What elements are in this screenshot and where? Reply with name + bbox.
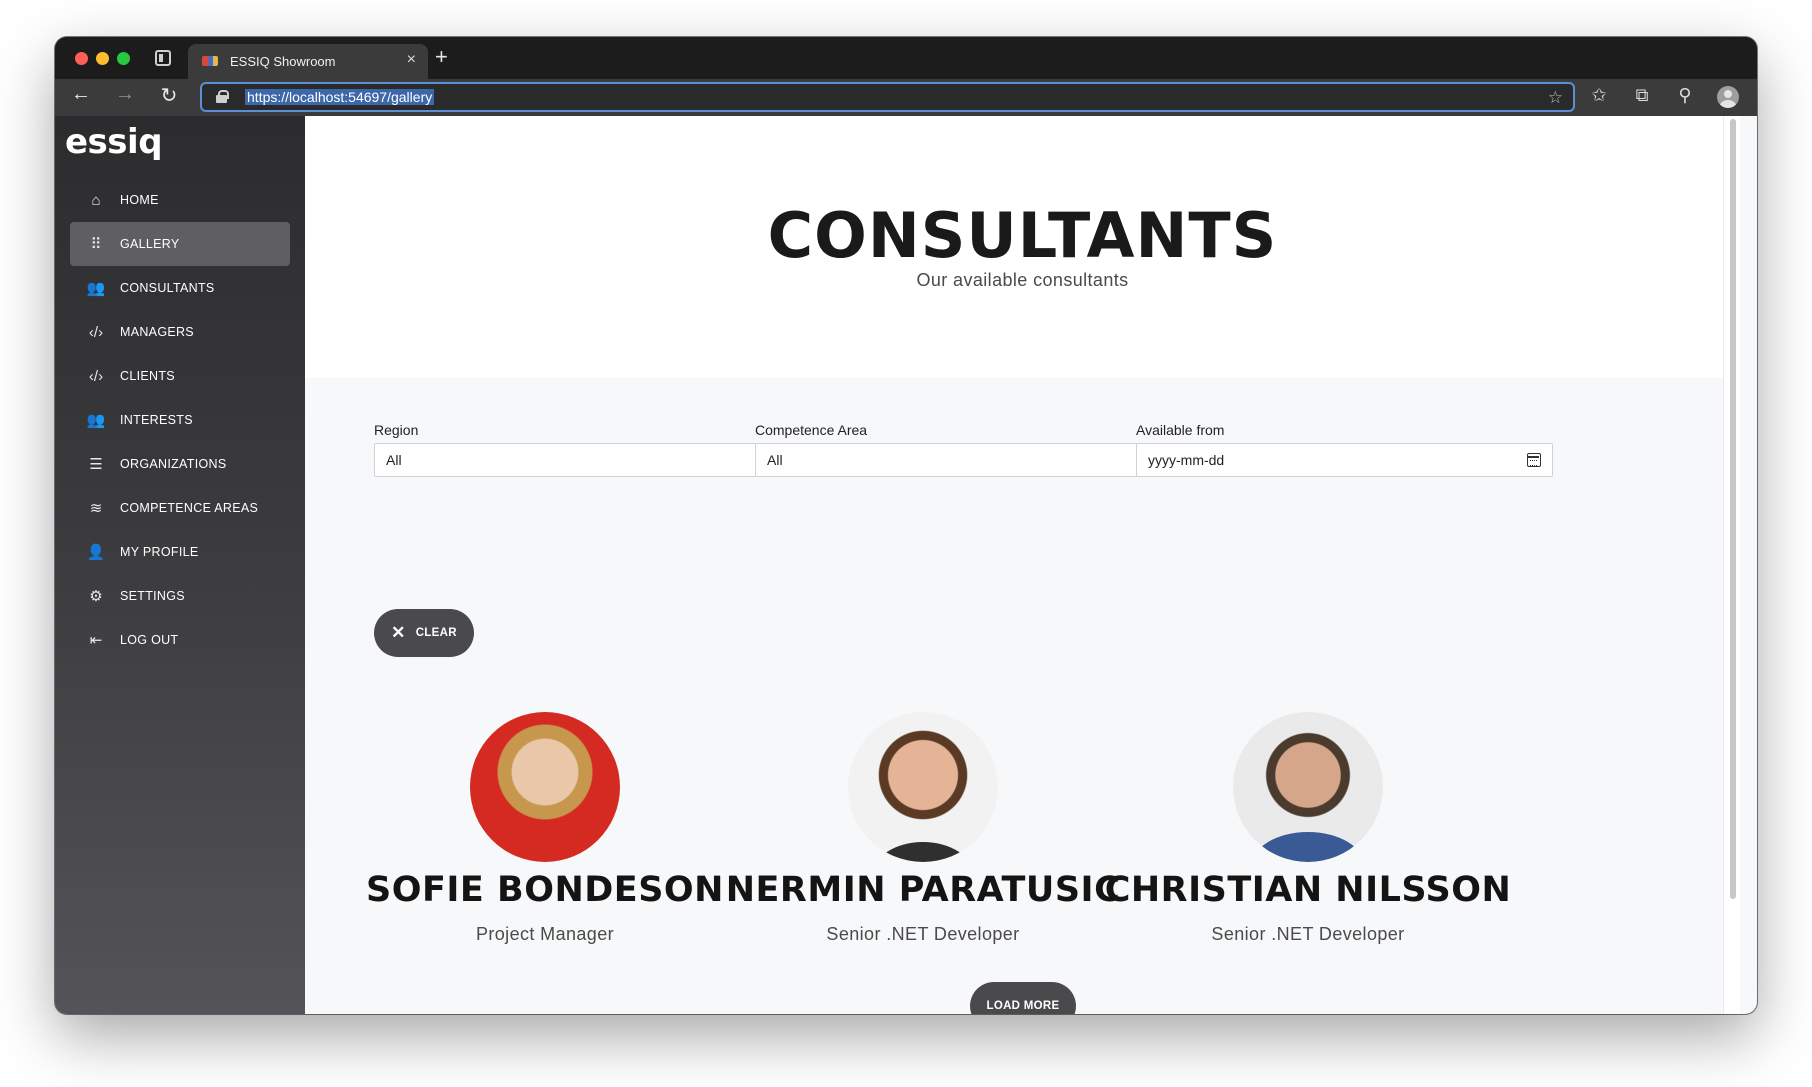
logout-icon: ⇤ (89, 632, 103, 649)
sidebar-nav: ⌂ HOME ⠿ GALLERY 👥 CONSULTANTS ‹/› MANAG… (70, 178, 290, 662)
url-text[interactable]: https://localhost:54697/gallery (245, 89, 435, 105)
clear-button[interactable]: ✕ CLEAR (374, 609, 474, 657)
consultant-name[interactable]: SOFIE BONDESON (335, 870, 755, 910)
consultant-name[interactable]: NERMIN PARATUSIC (713, 870, 1133, 910)
main-content: CONSULTANTS Our available consultants Re… (305, 116, 1740, 1014)
sidebar-item-clients[interactable]: ‹/› CLIENTS (70, 354, 290, 398)
grid-icon: ⠿ (90, 236, 102, 253)
browser-window: ESSIQ Showroom × + ← → ↻ https://localho… (55, 37, 1757, 1014)
title-bar: ESSIQ Showroom × + (55, 37, 1757, 79)
tab-title: ESSIQ Showroom (230, 54, 336, 69)
profile-avatar[interactable] (1717, 86, 1739, 108)
sidebar-item-label: MANAGERS (120, 325, 194, 339)
close-icon: ✕ (391, 623, 406, 642)
favorites-icon[interactable]: ✩ (1586, 85, 1612, 106)
sidebar-item-settings[interactable]: ⚙ SETTINGS (70, 574, 290, 618)
sidebar-item-label: INTERESTS (120, 413, 193, 427)
tab-actions-icon[interactable] (155, 50, 171, 66)
sidebar-item-home[interactable]: ⌂ HOME (70, 178, 290, 222)
page-viewport: essiq ⌂ HOME ⠿ GALLERY 👥 CONSULTANTS ‹/›… (55, 116, 1757, 1014)
sidebar-item-gallery[interactable]: ⠿ GALLERY (70, 222, 290, 266)
maximize-window-button[interactable] (117, 52, 130, 65)
sidebar-item-label: HOME (120, 193, 159, 207)
consultant-photo[interactable] (848, 712, 998, 862)
code-icon: ‹/› (88, 323, 104, 341)
sidebar-item-label: LOG OUT (120, 633, 179, 647)
new-tab-button[interactable]: + (435, 44, 448, 70)
sidebar-item-consultants[interactable]: 👥 CONSULTANTS (70, 266, 290, 310)
home-icon: ⌂ (91, 191, 101, 209)
sidebar-item-label: CONSULTANTS (120, 281, 215, 295)
collections-icon[interactable]: ⧉ (1629, 85, 1655, 106)
competence-filter: Competence Area All (755, 422, 1172, 477)
sidebar-item-organizations[interactable]: ☰ ORGANIZATIONS (70, 442, 290, 486)
region-filter: Region All (374, 422, 791, 477)
minimize-window-button[interactable] (96, 52, 109, 65)
forward-button[interactable]: → (111, 83, 139, 106)
extensions-icon[interactable]: ⚲ (1672, 85, 1698, 106)
sidebar-item-label: ORGANIZATIONS (120, 457, 227, 471)
page-subtitle: Our available consultants (916, 270, 1129, 290)
address-bar[interactable]: https://localhost:54697/gallery ☆ (200, 82, 1575, 112)
consultant-card[interactable]: CHRISTIAN NILSSON Senior .NET Developer (1098, 712, 1518, 945)
reload-button[interactable]: ↻ (155, 83, 183, 108)
competence-label: Competence Area (755, 422, 868, 438)
consultant-role: Senior .NET Developer (1211, 924, 1405, 944)
code-icon: ‹/› (88, 367, 104, 385)
consultant-card[interactable]: SOFIE BONDESON Project Manager (335, 712, 755, 945)
favicon-icon (202, 56, 218, 66)
essiq-logo[interactable]: essiq (65, 122, 163, 162)
sidebar-item-interests[interactable]: 👥 INTERESTS (70, 398, 290, 442)
sidebar-item-my-profile[interactable]: 👤 MY PROFILE (70, 530, 290, 574)
consultant-role: Senior .NET Developer (826, 924, 1020, 944)
consultant-card[interactable]: NERMIN PARATUSIC Senior .NET Developer (713, 712, 1133, 945)
browser-tab[interactable]: ESSIQ Showroom × (188, 44, 428, 79)
users-icon: 👥 (86, 280, 106, 297)
sidebar-item-label: COMPETENCE AREAS (120, 501, 259, 515)
sidebar-item-label: SETTINGS (120, 589, 185, 603)
browser-toolbar: ← → ↻ https://localhost:54697/gallery ☆ … (55, 79, 1757, 116)
person-icon: 👤 (86, 544, 106, 561)
available-from-input[interactable]: yyyy-mm-dd (1136, 443, 1553, 477)
consultant-photo[interactable] (470, 712, 620, 862)
available-from-label: Available from (1136, 422, 1225, 438)
competence-select[interactable]: All (755, 443, 1172, 477)
sidebar-item-competence-areas[interactable]: ≋ COMPETENCE AREAS (70, 486, 290, 530)
clear-button-label: CLEAR (415, 627, 457, 639)
scrollbar-thumb[interactable] (1730, 119, 1736, 899)
sidebar-item-log-out[interactable]: ⇤ LOG OUT (70, 618, 290, 662)
date-placeholder: yyyy-mm-dd (1148, 452, 1225, 468)
competence-value: All (767, 452, 783, 468)
sidebar-item-label: GALLERY (120, 237, 180, 251)
add-favorite-icon[interactable]: ☆ (1548, 88, 1563, 108)
calendar-icon[interactable] (1527, 453, 1541, 467)
load-more-button[interactable]: LOAD MORE (970, 982, 1076, 1014)
tab-close-icon[interactable]: × (407, 51, 416, 69)
back-button[interactable]: ← (67, 83, 95, 106)
list-icon: ☰ (89, 456, 103, 473)
gear-icon: ⚙ (89, 588, 103, 605)
sidebar: essiq ⌂ HOME ⠿ GALLERY 👥 CONSULTANTS ‹/›… (55, 116, 305, 1014)
close-window-button[interactable] (75, 52, 88, 65)
sidebar-item-label: CLIENTS (120, 369, 175, 383)
available-from-filter: Available from yyyy-mm-dd (1136, 422, 1553, 477)
consultant-name[interactable]: CHRISTIAN NILSSON (1098, 870, 1518, 910)
sidebar-item-managers[interactable]: ‹/› MANAGERS (70, 310, 290, 354)
page-title: CONSULTANTS (767, 199, 1278, 272)
consultant-role: Project Manager (475, 924, 615, 944)
users-icon: 👥 (86, 412, 106, 429)
consultant-photo[interactable] (1233, 712, 1383, 862)
vertical-scrollbar[interactable] (1723, 116, 1740, 1014)
region-value: All (386, 452, 402, 468)
sidebar-item-label: MY PROFILE (120, 545, 199, 559)
layers-icon: ≋ (89, 500, 103, 517)
lock-icon[interactable] (216, 90, 229, 103)
hero-section: CONSULTANTS Our available consultants (305, 116, 1740, 378)
region-select[interactable]: All (374, 443, 791, 477)
region-label: Region (374, 422, 419, 438)
